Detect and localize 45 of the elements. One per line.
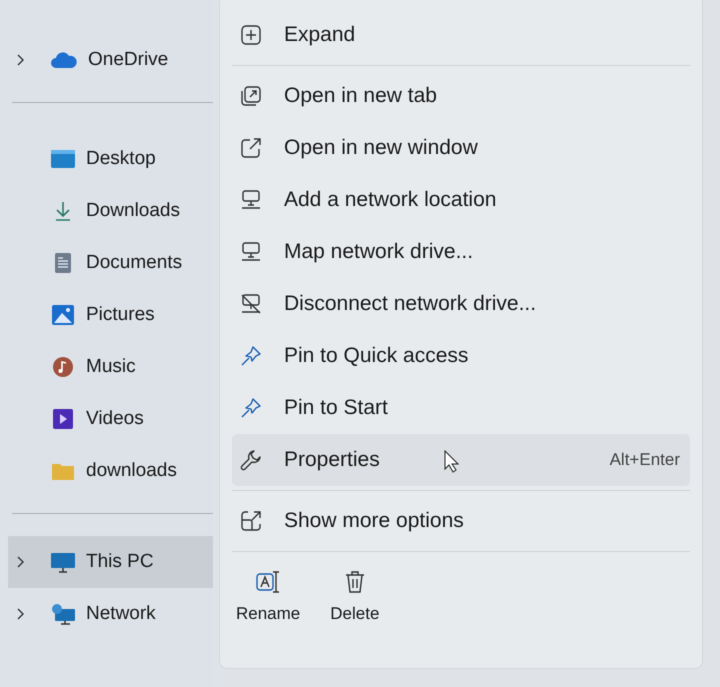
menu-item[interactable]: Map network drive... — [232, 226, 690, 278]
film-icon — [50, 408, 76, 430]
menu-item[interactable]: Disconnect network drive... — [232, 278, 690, 330]
menu-item[interactable]: Show more options — [232, 495, 690, 547]
picture-icon — [50, 304, 76, 326]
network-drive-icon — [240, 241, 262, 263]
menu-action[interactable]: Delete — [326, 566, 384, 628]
menu-item[interactable]: Open in new window — [232, 122, 690, 174]
menu-item[interactable]: Add a network location — [232, 174, 690, 226]
menu-item[interactable]: Expand — [232, 9, 690, 61]
network-drive-icon — [240, 189, 262, 211]
menu-item[interactable]: Pin to Quick access — [232, 330, 690, 382]
nav-item[interactable]: Downloads — [0, 185, 213, 237]
disconnect-drive-icon — [240, 293, 262, 315]
more-options-icon — [240, 510, 262, 532]
menu-item[interactable]: Properties Alt+Enter — [232, 434, 690, 486]
nav-item[interactable]: Documents — [0, 237, 213, 289]
nav-item[interactable]: Desktop — [0, 133, 213, 185]
pin-icon — [240, 345, 262, 367]
chevron-icon[interactable] — [16, 607, 26, 621]
wrench-icon — [240, 449, 262, 471]
nav-item[interactable]: Music — [0, 341, 213, 393]
menu-item[interactable]: Open in new tab — [232, 70, 690, 122]
nav-item[interactable]: OneDrive — [0, 34, 213, 86]
monitor-icon — [50, 551, 76, 573]
chevron-icon[interactable] — [16, 555, 26, 569]
rename-icon — [255, 570, 282, 594]
shortcut-text: Alt+Enter — [610, 450, 680, 470]
mouse-pointer-icon — [444, 450, 460, 474]
menu-action[interactable]: Rename — [232, 566, 304, 628]
nav-item[interactable]: downloads — [0, 445, 213, 497]
nav-item[interactable]: Videos — [0, 393, 213, 445]
desktop-icon — [50, 148, 76, 170]
music-icon — [50, 356, 76, 378]
plus-box-icon — [240, 24, 262, 46]
new-tab-icon — [240, 85, 262, 107]
external-link-icon — [240, 137, 262, 159]
menu-item[interactable]: Pin to Start — [232, 382, 690, 434]
pin-icon — [240, 397, 262, 419]
network-icon — [50, 603, 76, 625]
nav-item[interactable]: Network — [0, 588, 213, 640]
cloud-icon — [50, 50, 78, 70]
nav-item[interactable]: Pictures — [0, 289, 213, 341]
chevron-icon[interactable] — [16, 53, 26, 67]
nav-item[interactable]: This PC — [8, 536, 213, 588]
